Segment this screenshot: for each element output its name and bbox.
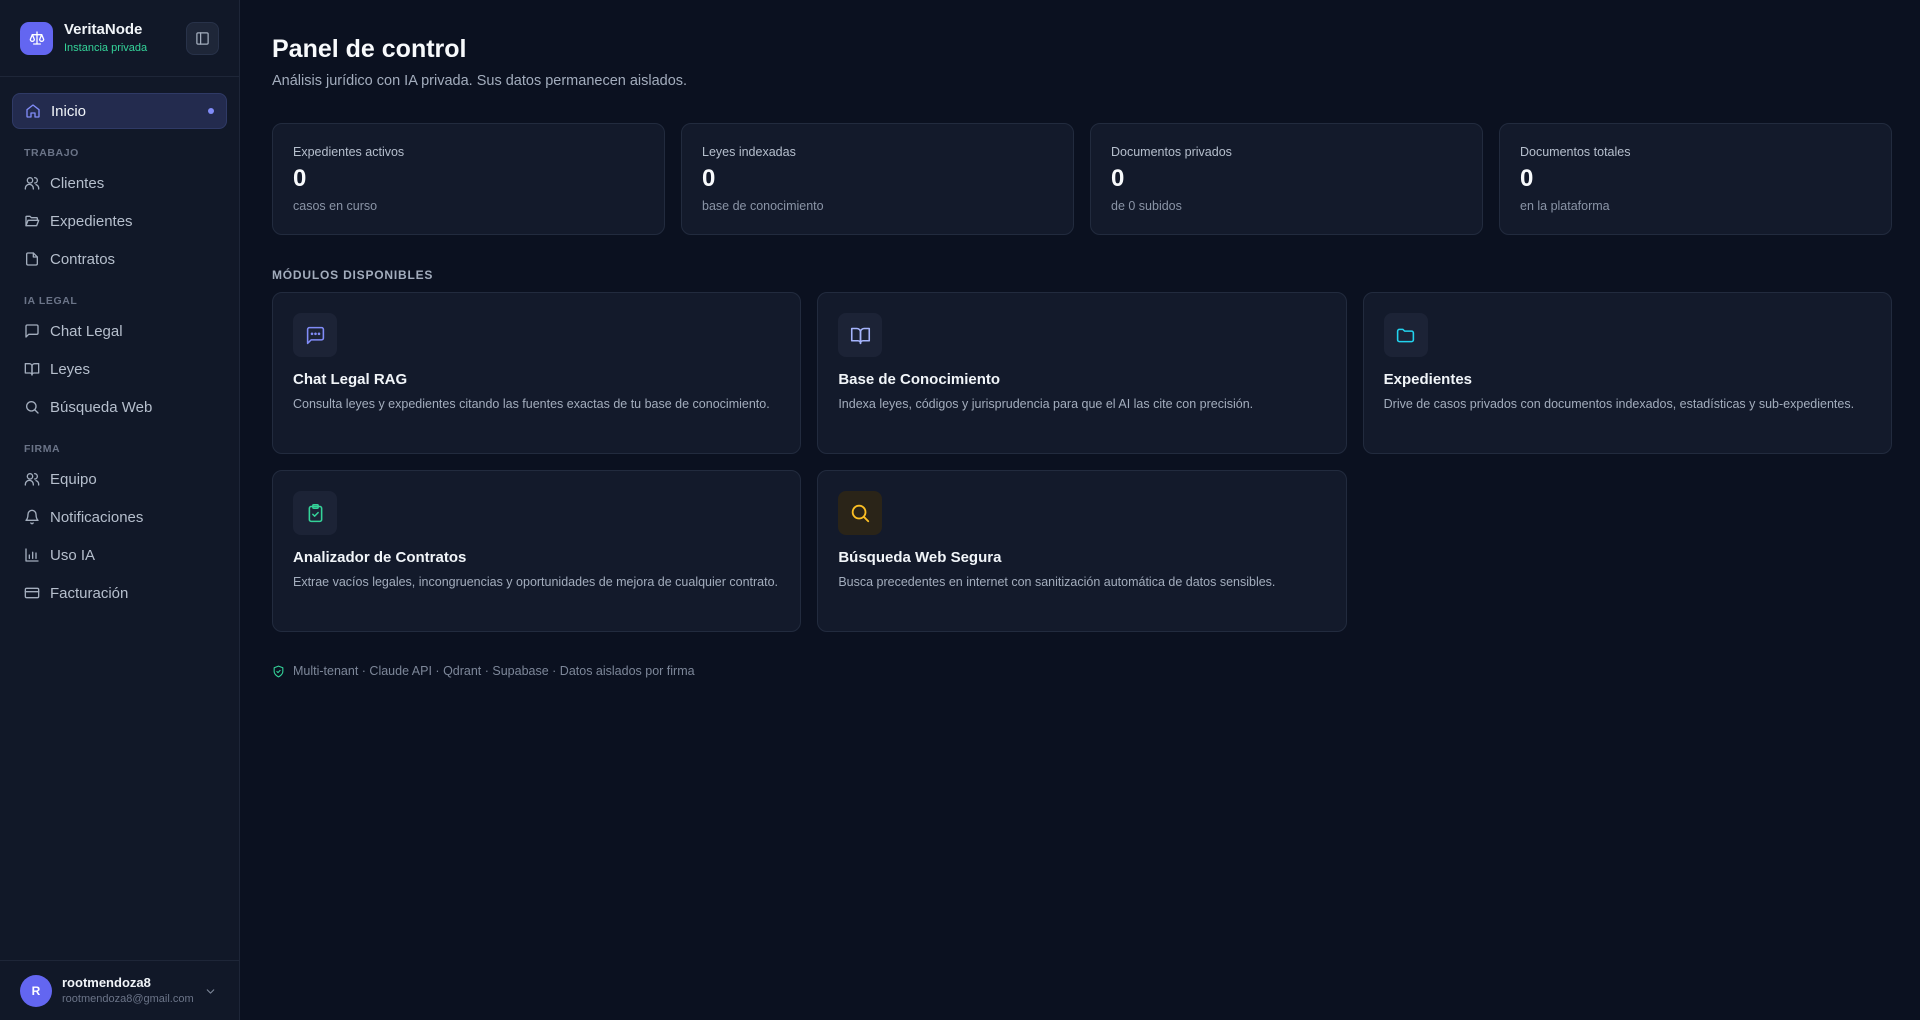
stat-card-leyes-indexadas: Leyes indexadas 0 base de conocimiento <box>681 123 1074 235</box>
stat-value: 0 <box>702 165 716 192</box>
sidebar-item-label: Uso IA <box>50 546 96 564</box>
stat-label: Expedientes activos <box>293 145 405 159</box>
module-title: Expedientes <box>1383 371 1473 388</box>
chat-icon <box>293 313 337 357</box>
stat-description: casos en curso <box>293 199 378 213</box>
sidebar-item-label: Facturación <box>50 584 129 602</box>
page-title: Panel de control <box>272 35 467 63</box>
sidebar-nav: Inicio TRABAJO Clientes Expedientes Cont… <box>0 77 239 960</box>
sidebar-item-label: Contratos <box>50 250 116 268</box>
sidebar-item-expedientes[interactable]: Expedientes <box>12 203 227 239</box>
stat-card-documentos-privados: Documentos privados 0 de 0 subidos <box>1090 123 1483 235</box>
main-content: Panel de control Análisis jurídico con I… <box>240 0 1920 1020</box>
sidebar-item-chat-legal[interactable]: Chat Legal <box>12 313 227 349</box>
users-icon <box>24 175 40 191</box>
module-title: Búsqueda Web Segura <box>838 549 1002 566</box>
module-title: Base de Conocimiento <box>838 371 1001 388</box>
sidebar-item-label: Equipo <box>50 470 97 488</box>
nav-section-title: IA LEGAL <box>24 295 78 307</box>
module-description: Extrae vacíos legales, incongruencias y … <box>293 575 779 589</box>
sidebar-item-facturacion[interactable]: Facturación <box>12 575 227 611</box>
sidebar-item-label: Búsqueda Web <box>50 398 153 416</box>
user-email: rootmendoza8@gmail.com <box>62 993 194 1005</box>
sidebar-item-contratos[interactable]: Contratos <box>12 241 227 277</box>
modules-grid: Chat Legal RAG Consulta leyes y expedien… <box>272 292 1892 632</box>
stat-value: 0 <box>1111 165 1125 192</box>
active-indicator <box>208 108 214 114</box>
stat-card-expedientes-activos: Expedientes activos 0 casos en curso <box>272 123 665 235</box>
stats-row: Expedientes activos 0 casos en curso Ley… <box>272 123 1892 235</box>
module-description: Drive de casos privados con documentos i… <box>1383 397 1855 411</box>
folder-icon <box>1383 313 1428 357</box>
stat-label: Documentos totales <box>1520 145 1631 159</box>
brand-name: VeritaNode <box>64 21 143 38</box>
panel-left-icon <box>195 31 210 46</box>
clipboard-check-icon <box>293 491 337 535</box>
brand-header: VeritaNode Instancia privada <box>0 0 239 77</box>
sidebar-item-label: Chat Legal <box>50 322 123 340</box>
shield-check-icon <box>272 665 285 678</box>
sidebar-item-notificaciones[interactable]: Notificaciones <box>12 499 227 535</box>
search-icon <box>24 399 40 415</box>
sidebar-item-label: Expedientes <box>50 212 133 230</box>
bar-chart-icon <box>24 547 40 563</box>
sidebar-item-uso-ia[interactable]: Uso IA <box>12 537 227 573</box>
stat-value: 0 <box>1520 165 1534 192</box>
book-icon <box>838 313 883 357</box>
sidebar-item-label: Inicio <box>51 102 87 120</box>
user-name: rootmendoza8 <box>62 975 151 990</box>
stat-card-documentos-totales: Documentos totales 0 en la plataforma <box>1499 123 1892 235</box>
avatar: R <box>20 974 52 1007</box>
page-subtitle: Análisis jurídico con IA privada. Sus da… <box>272 73 688 89</box>
folder-open-icon <box>24 213 40 229</box>
sidebar-item-busqueda-web[interactable]: Búsqueda Web <box>12 389 227 425</box>
module-title: Analizador de Contratos <box>293 549 467 566</box>
sidebar-item-label: Clientes <box>50 174 105 192</box>
brand-subtitle: Instancia privada <box>64 42 148 54</box>
team-icon <box>24 471 40 487</box>
chat-icon <box>24 323 40 339</box>
module-card-base-de-conocimiento[interactable]: Base de Conocimiento Indexa leyes, códig… <box>817 292 1347 454</box>
app-root: VeritaNode Instancia privada Inicio TRAB… <box>0 0 1920 1020</box>
file-icon <box>24 251 40 267</box>
sidebar-item-label: Notificaciones <box>50 508 144 526</box>
stat-description: de 0 subidos <box>1111 199 1182 213</box>
module-card-analizador-de-contratos[interactable]: Analizador de Contratos Extrae vacíos le… <box>272 470 802 632</box>
module-description: Indexa leyes, códigos y jurisprudencia p… <box>838 397 1254 411</box>
nav-section-title: TRABAJO <box>24 147 79 159</box>
stat-label: Leyes indexadas <box>702 145 796 159</box>
home-icon <box>25 103 41 119</box>
module-title: Chat Legal RAG <box>293 371 408 388</box>
stat-label: Documentos privados <box>1111 145 1232 159</box>
user-menu[interactable]: R rootmendoza8 rootmendoza8@gmail.com <box>0 960 239 1020</box>
stat-value: 0 <box>293 165 307 192</box>
sidebar-item-equipo[interactable]: Equipo <box>12 461 227 497</box>
module-card-chat-legal-rag[interactable]: Chat Legal RAG Consulta leyes y expedien… <box>272 292 802 454</box>
stat-description: en la plataforma <box>1520 199 1610 213</box>
module-card-busqueda-web-segura[interactable]: Búsqueda Web Segura Busca precedentes en… <box>817 470 1347 632</box>
module-card-expedientes[interactable]: Expedientes Drive de casos privados con … <box>1362 292 1892 454</box>
stat-description: base de conocimiento <box>702 199 824 213</box>
scales-icon <box>20 21 53 55</box>
module-description: Busca precedentes en internet con saniti… <box>838 575 1276 589</box>
footer-note: Multi-tenant · Claude API · Qdrant · Sup… <box>272 664 1892 678</box>
sidebar-toggle-button[interactable] <box>186 22 219 55</box>
sidebar-item-label: Leyes <box>50 360 91 378</box>
sidebar-item-inicio[interactable]: Inicio <box>12 93 227 129</box>
section-title: MÓDULOS DISPONIBLES <box>272 268 434 282</box>
sidebar-item-leyes[interactable]: Leyes <box>12 351 227 387</box>
footer-text: Multi-tenant · Claude API · Qdrant · Sup… <box>293 664 695 678</box>
nav-section-title: FIRMA <box>24 443 61 455</box>
book-icon <box>24 361 40 377</box>
module-description: Consulta leyes y expedientes citando las… <box>293 397 770 411</box>
sidebar-item-clientes[interactable]: Clientes <box>12 165 227 201</box>
search-icon <box>838 491 883 535</box>
bell-icon <box>24 509 40 525</box>
chevron-down-icon[interactable] <box>204 985 217 1003</box>
sidebar: VeritaNode Instancia privada Inicio TRAB… <box>0 0 240 1020</box>
credit-card-icon <box>24 585 40 601</box>
